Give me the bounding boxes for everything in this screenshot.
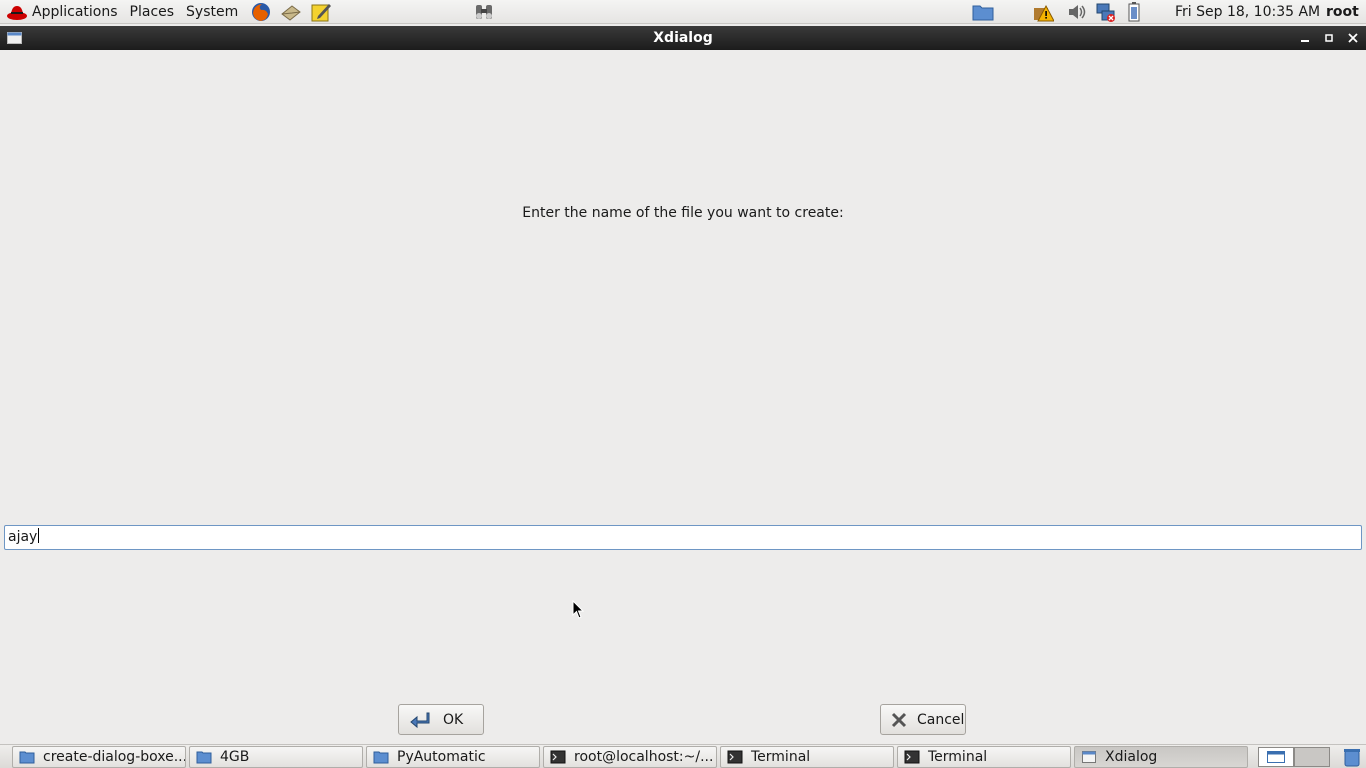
mail-icon: [281, 4, 302, 21]
workspace-2[interactable]: [1294, 747, 1330, 767]
top-panel: Applications Places System Fri Sep 18, 1…: [0, 0, 1366, 24]
user-menu[interactable]: root: [1326, 0, 1359, 24]
maximize-icon: [1325, 34, 1333, 42]
terminal-icon: [904, 749, 920, 765]
cancel-button-label: Cancel: [917, 711, 965, 728]
taskbar-item-label: root@localhost:~/...: [574, 749, 714, 765]
close-button[interactable]: [1345, 30, 1361, 46]
close-icon: [1348, 33, 1358, 43]
taskbar-item-create-dialog[interactable]: create-dialog-boxe...: [12, 746, 186, 768]
applications-menu[interactable]: Applications: [0, 0, 124, 24]
taskbar-item-label: create-dialog-boxe...: [43, 749, 186, 765]
battery-icon: [1128, 2, 1140, 22]
maximize-button[interactable]: [1321, 30, 1337, 46]
notes-launcher[interactable]: [308, 0, 334, 24]
clock[interactable]: Fri Sep 18, 10:35 AM: [1175, 0, 1320, 24]
taskbar-item-pyautomatic[interactable]: PyAutomatic: [366, 746, 540, 768]
applications-menu-label: Applications: [32, 3, 118, 20]
window-title: Xdialog: [653, 30, 713, 46]
window-thumbnail-icon: [1267, 751, 1285, 763]
mail-launcher[interactable]: [278, 0, 304, 24]
ok-button-label: OK: [443, 711, 464, 728]
taskbar-item-4gb[interactable]: 4GB: [189, 746, 363, 768]
dialog-content: Enter the name of the file you want to c…: [0, 50, 1366, 744]
binoculars-icon: [476, 4, 492, 19]
bottom-taskbar: create-dialog-boxe... 4GB PyAutomatic ro…: [0, 744, 1366, 768]
firefox-icon: [252, 2, 271, 21]
terminal-icon: [727, 749, 743, 765]
volume-tray[interactable]: [1066, 0, 1088, 24]
text-caret: [38, 528, 40, 543]
taskbar-item-xdialog[interactable]: Xdialog: [1074, 746, 1248, 768]
folder-icon: [19, 749, 35, 765]
network-disconnected-icon: [1096, 3, 1115, 22]
battery-tray[interactable]: [1127, 0, 1141, 24]
taskbar-item-terminal-2[interactable]: Terminal: [897, 746, 1071, 768]
network-tray[interactable]: [1095, 0, 1117, 24]
window-icon: [1081, 749, 1097, 765]
update-warning-tray[interactable]: [1032, 0, 1054, 24]
taskbar-item-label: Terminal: [928, 749, 988, 765]
trash-applet[interactable]: [1342, 747, 1362, 768]
system-menu[interactable]: System: [180, 0, 244, 24]
speaker-icon: [1069, 5, 1086, 19]
filename-input-value: ajay: [8, 529, 38, 545]
taskbar-item-label: PyAutomatic: [397, 749, 486, 765]
firefox-launcher[interactable]: [248, 0, 274, 24]
places-menu-label: Places: [129, 3, 175, 20]
redhat-logo-icon: [7, 5, 27, 20]
mouse-pointer-icon: [572, 600, 584, 619]
taskbar-item-label: 4GB: [220, 749, 250, 765]
minimize-icon: [1301, 40, 1309, 42]
taskbar-item-root-terminal[interactable]: root@localhost:~/...: [543, 746, 717, 768]
ok-button[interactable]: OK: [398, 704, 484, 735]
network-monitor-launcher[interactable]: [471, 0, 497, 24]
terminal-icon: [550, 749, 566, 765]
cancel-x-icon: [891, 712, 907, 728]
taskbar-item-label: Terminal: [751, 749, 811, 765]
window-titlebar[interactable]: Xdialog: [0, 26, 1366, 50]
trash-icon: [1344, 749, 1360, 767]
prompt-label: Enter the name of the file you want to c…: [522, 205, 844, 221]
taskbar-item-terminal-1[interactable]: Terminal: [720, 746, 894, 768]
taskbar-item-label: Xdialog: [1105, 749, 1158, 765]
workspace-1[interactable]: [1258, 747, 1294, 767]
notes-icon: [311, 3, 332, 21]
folder-tray[interactable]: [972, 0, 994, 24]
filename-input[interactable]: ajay: [4, 525, 1362, 550]
cancel-button[interactable]: Cancel: [880, 704, 966, 735]
folder-icon: [972, 5, 994, 21]
folder-icon: [196, 749, 212, 765]
folder-icon: [373, 749, 389, 765]
places-menu[interactable]: Places: [124, 0, 181, 24]
minimize-button[interactable]: [1297, 30, 1313, 46]
warning-icon: [1034, 4, 1054, 22]
system-menu-label: System: [186, 3, 239, 20]
enter-arrow-icon: [409, 711, 431, 729]
